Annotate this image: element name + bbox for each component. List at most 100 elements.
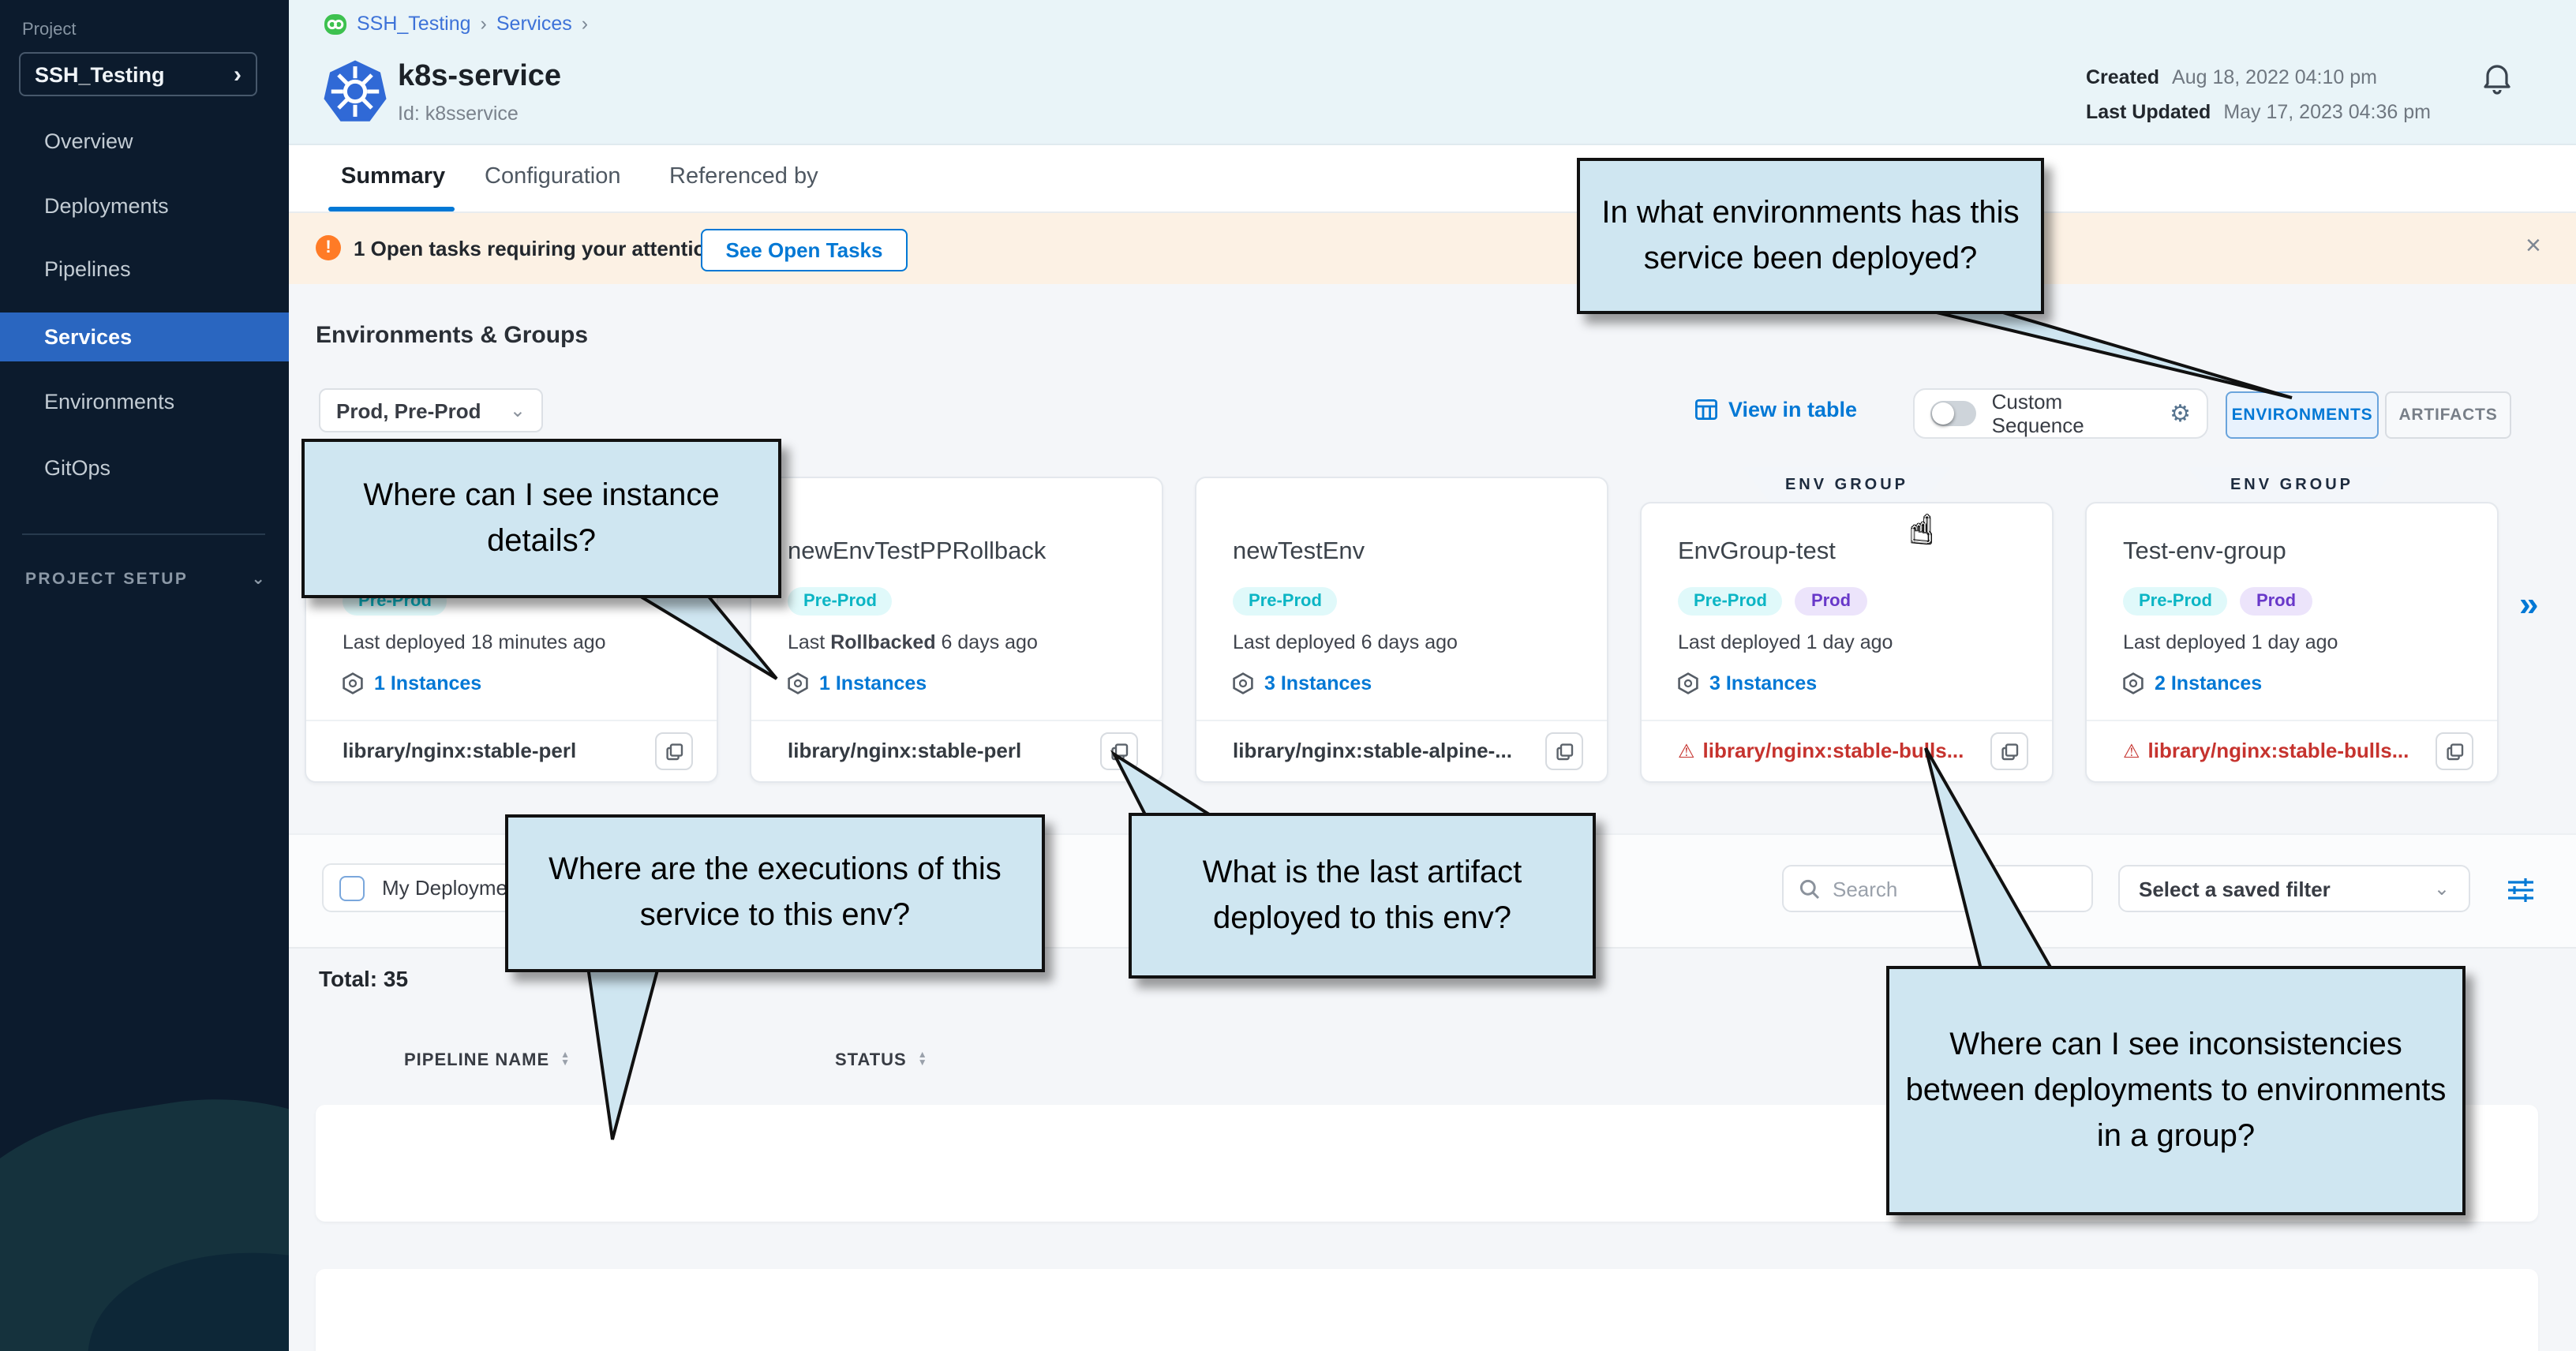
env-name: newTestEnv [1233, 538, 1365, 567]
artifact-name-error: ⚠library/nginx:stable-bulls... [1678, 739, 1964, 762]
preprod-badge: Pre-Prod [1233, 587, 1338, 616]
kubernetes-logo-icon [322, 58, 388, 125]
breadcrumb-project[interactable]: SSH_Testing [357, 13, 471, 35]
mouse-pointer-cursor: ☝ [1910, 508, 1933, 554]
artifacts-toggle-button[interactable]: ARTIFACTS [2385, 391, 2511, 439]
sidebar-item-pipelines[interactable]: Pipelines [0, 245, 289, 294]
filter-sliders-icon[interactable] [2507, 878, 2535, 903]
my-deployments-checkbox[interactable] [339, 875, 365, 900]
see-open-tasks-button[interactable]: See Open Tasks [701, 229, 908, 271]
sort-icon[interactable]: ▲▼ [918, 1053, 928, 1068]
copy-artifact-button[interactable] [1100, 732, 1138, 770]
instances-link[interactable]: 1 Instances [788, 672, 927, 694]
artifact-name: library/nginx:stable-alpine-... [1233, 739, 1512, 762]
scroll-right-chevron[interactable]: » [2519, 584, 2539, 625]
chevron-down-icon: ⌄ [251, 570, 265, 589]
divider [1642, 720, 2052, 721]
last-deployed-text: Last deployed 1 day ago [2123, 631, 2338, 653]
callout-tail-environments [1904, 305, 2292, 398]
custom-sequence-label: Custom Sequence [1992, 390, 2154, 437]
service-meta: CreatedAug 18, 2022 04:10 pm Last Update… [2086, 60, 2431, 129]
instances-link[interactable]: 1 Instances [343, 672, 481, 694]
chevron-down-icon: ⌄ [2434, 878, 2450, 900]
table-icon [1695, 399, 1717, 420]
updated-label: Last Updated [2086, 101, 2211, 123]
banner-message: 1 Open tasks requiring your attention. [354, 237, 724, 260]
tab-summary[interactable]: Summary [341, 164, 445, 189]
copy-artifact-button[interactable] [655, 732, 693, 770]
sort-icon[interactable]: ▲▼ [560, 1053, 571, 1068]
sidebar-item-gitops[interactable]: GitOps [0, 443, 289, 492]
preprod-badge: Pre-Prod [788, 587, 893, 616]
sidebar: Project SSH_Testing › Overview Deploymen… [0, 0, 289, 1351]
hexagon-pod-icon [343, 672, 363, 694]
callout-inconsistencies: Where can I see inconsistencies between … [1886, 966, 2466, 1215]
environments-groups-heading: Environments & Groups [316, 322, 588, 349]
environments-toggle-button[interactable]: ENVIRONMENTS [2226, 391, 2379, 439]
search-icon [1799, 878, 1820, 899]
preprod-badge: Pre-Prod [2123, 587, 2228, 616]
env-name: EnvGroup-test [1678, 538, 1836, 567]
env-name: Test-env-group [2123, 538, 2286, 567]
tab-configuration[interactable]: Configuration [485, 164, 621, 189]
copy-artifact-button[interactable] [2436, 732, 2473, 770]
divider [751, 720, 1162, 721]
instances-link[interactable]: 2 Instances [2123, 672, 2262, 694]
last-deployed-text: Last Rollbacked 6 days ago [788, 631, 1038, 653]
last-deployed-text: Last deployed 6 days ago [1233, 631, 1458, 653]
breadcrumb: SSH_Testing › Services › [324, 11, 588, 36]
callout-executions: Where are the executions of this service… [505, 814, 1045, 972]
hexagon-pod-icon [1233, 672, 1253, 694]
gear-icon[interactable]: ⚙ [2170, 402, 2191, 425]
column-header-status[interactable]: STATUS ▲▼ [835, 1051, 928, 1070]
sidebar-item-environments[interactable]: Environments [0, 377, 289, 426]
artifact-name-error: ⚠library/nginx:stable-bulls... [2123, 739, 2409, 762]
hexagon-pod-icon [788, 672, 808, 694]
project-label: Project [22, 21, 77, 39]
close-icon[interactable]: × [2525, 230, 2541, 262]
prod-badge: Prod [2241, 587, 2312, 616]
app-root: Project SSH_Testing › Overview Deploymen… [0, 0, 2576, 1351]
project-name: SSH_Testing [35, 62, 165, 86]
artifact-name: library/nginx:stable-perl [343, 739, 576, 762]
prod-badge: Prod [1795, 587, 1866, 616]
env-scope-dropdown[interactable]: Prod, Pre-Prod ⌄ [319, 388, 543, 432]
project-setup-section[interactable]: PROJECT SETUP ⌄ [25, 570, 265, 589]
copy-artifact-button[interactable] [1990, 732, 2028, 770]
divider [1196, 720, 1607, 721]
saved-filter-dropdown[interactable]: Select a saved filter ⌄ [2118, 865, 2470, 912]
divider [2087, 720, 2497, 721]
total-count: Total: 35 [319, 966, 408, 991]
hexagon-pod-icon [1678, 672, 1698, 694]
breadcrumb-services[interactable]: Services [496, 13, 572, 35]
search-input[interactable] [1833, 877, 2069, 900]
project-selector[interactable]: SSH_Testing › [19, 52, 257, 96]
custom-sequence-toggle[interactable] [1930, 401, 1976, 426]
env-name: newEnvTestPPRollback [788, 538, 1046, 567]
project-setup-label: PROJECT SETUP [25, 570, 188, 589]
sidebar-divider [22, 533, 265, 535]
instances-link[interactable]: 3 Instances [1233, 672, 1372, 694]
warning-icon: ! [316, 235, 341, 260]
tab-referenced-by[interactable]: Referenced by [669, 164, 818, 189]
execution-row-26[interactable]: › k8s-service-test Execution Id: 26 ✓ SU… [316, 1269, 2538, 1351]
chevron-right-icon: › [582, 13, 588, 35]
instances-link[interactable]: 3 Instances [1678, 672, 1817, 694]
sidebar-item-services[interactable]: Services [0, 312, 289, 361]
callout-environments: In what environments has this service be… [1577, 158, 2044, 314]
copy-artifact-button[interactable] [1545, 732, 1583, 770]
view-in-table-link[interactable]: View in table [1695, 398, 1857, 421]
copy-icon [2446, 743, 2463, 760]
sidebar-item-overview[interactable]: Overview [0, 117, 289, 166]
preprod-badge: Pre-Prod [1678, 587, 1783, 616]
sidebar-item-deployments[interactable]: Deployments [0, 182, 289, 230]
chevron-right-icon: › [234, 61, 242, 88]
view-in-table-label: View in table [1728, 398, 1857, 421]
last-deployed-text: Last deployed 18 minutes ago [343, 631, 606, 653]
notifications-bell-icon[interactable] [2481, 60, 2513, 95]
column-header-pipeline-name[interactable]: PIPELINE NAME ▲▼ [404, 1051, 571, 1070]
env-group-ribbon: ENV GROUP [1743, 467, 1951, 502]
artifact-name: library/nginx:stable-perl [788, 739, 1021, 762]
divider [306, 720, 717, 721]
tabs-bar [289, 145, 2576, 213]
